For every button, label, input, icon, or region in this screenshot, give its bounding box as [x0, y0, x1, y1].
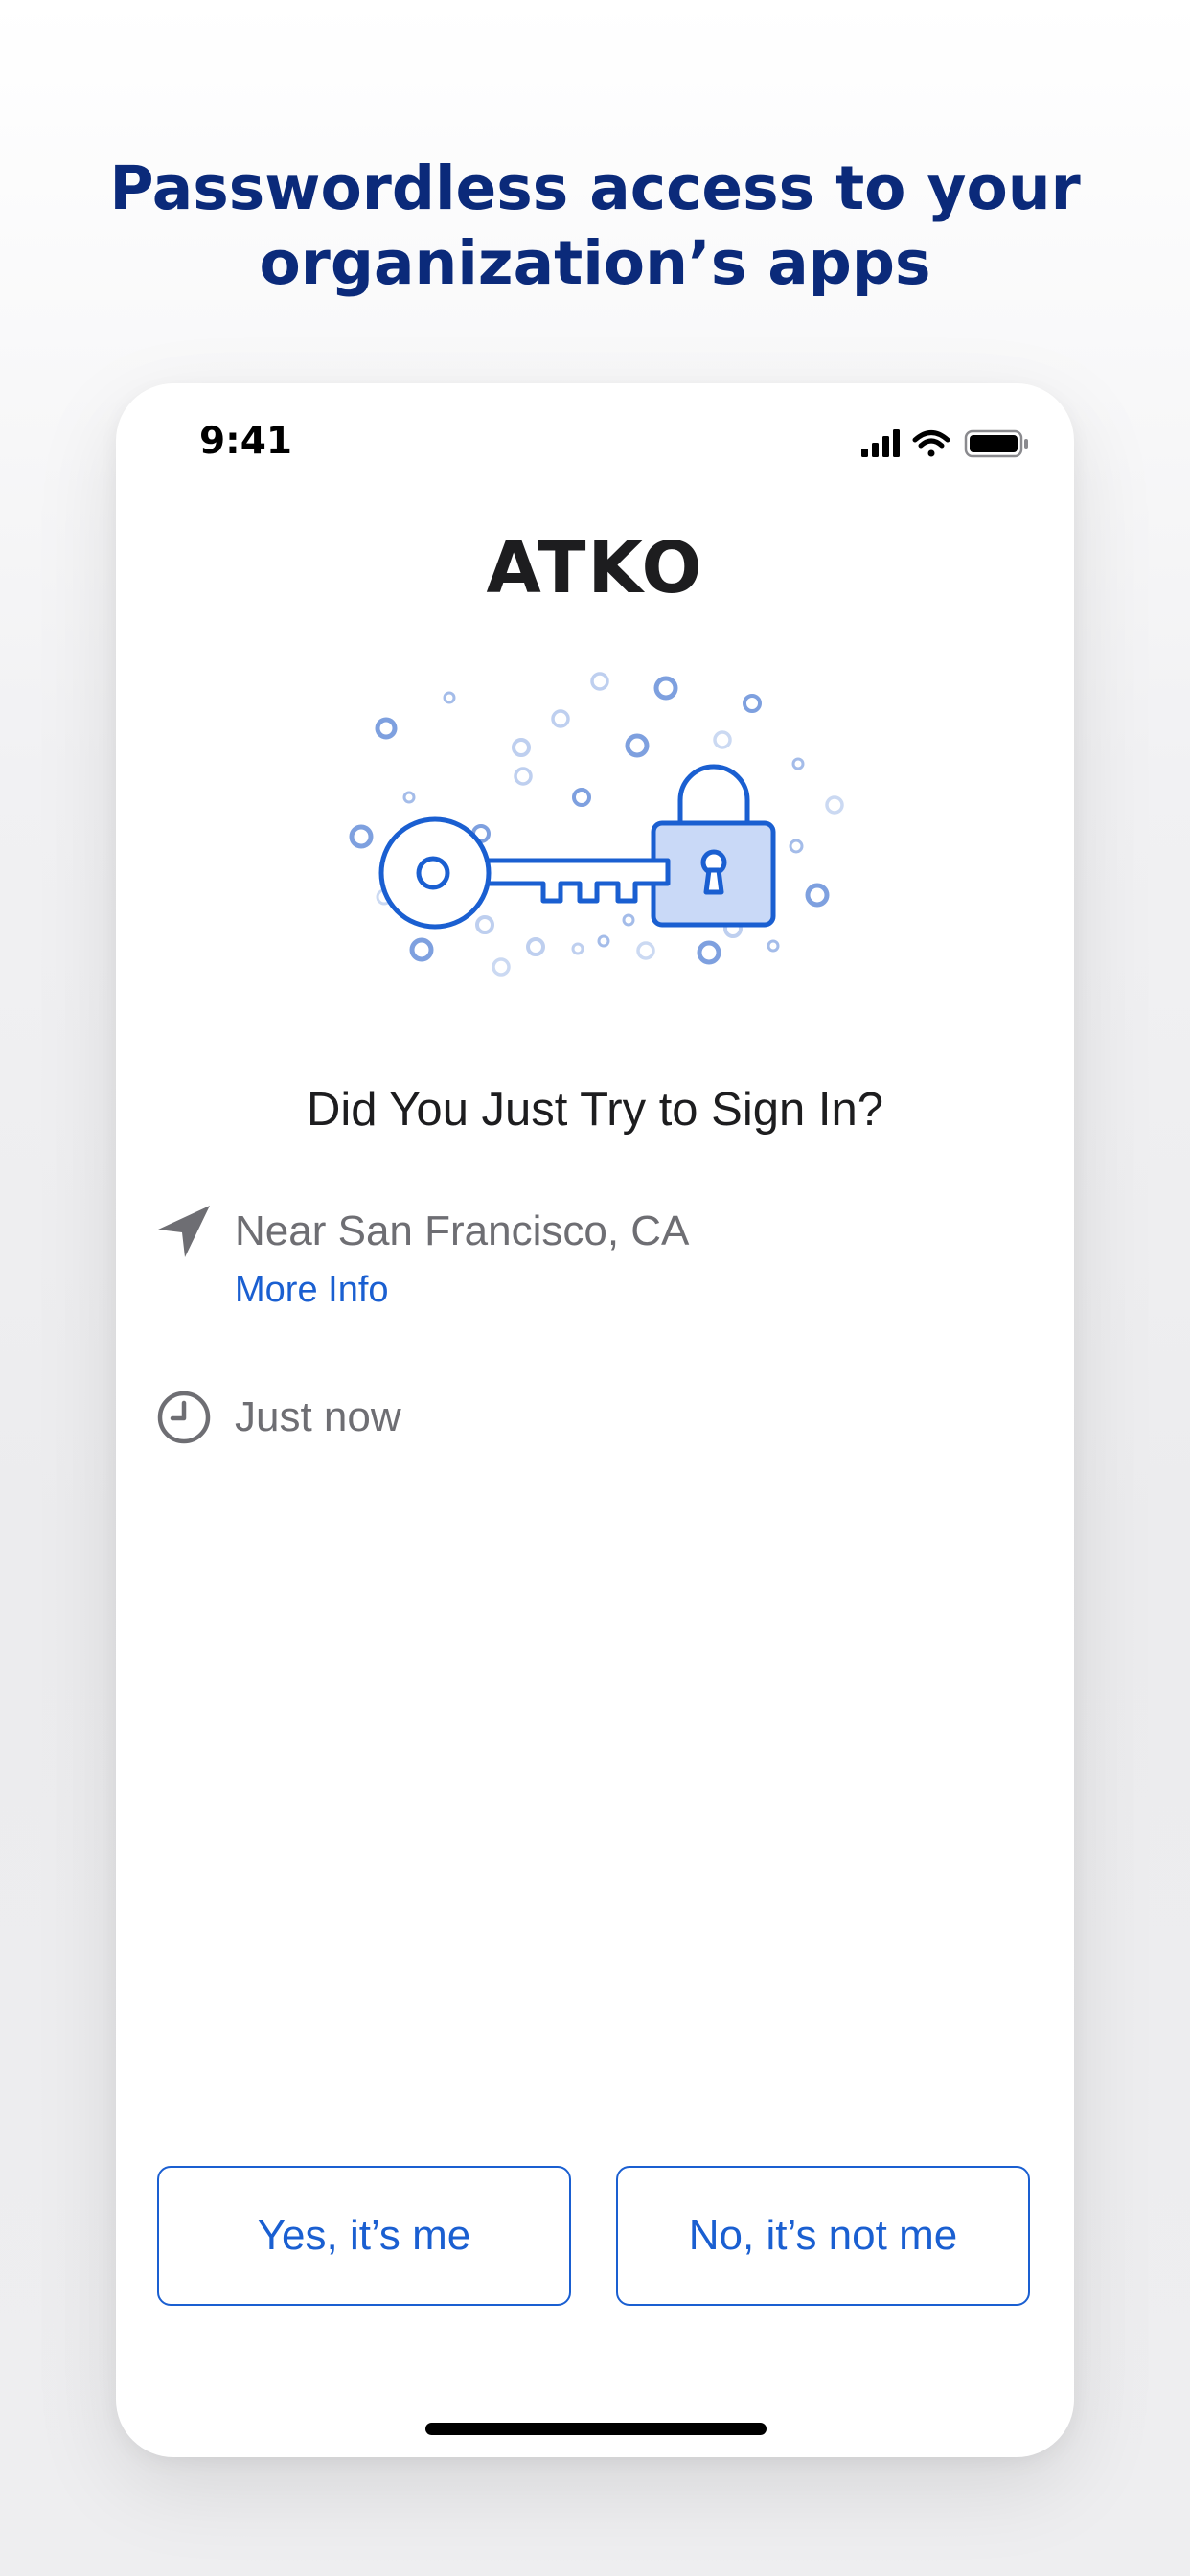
padlock — [651, 764, 776, 928]
location-row: Near San Francisco, CA More Info — [156, 1204, 689, 1313]
headline-line-2: organization’s apps — [259, 228, 931, 298]
headline: Passwordless access to your organization… — [0, 151, 1190, 301]
more-info-link[interactable]: More Info — [235, 1267, 689, 1313]
no-its-not-me-button[interactable]: No, it’s not me — [616, 2166, 1030, 2306]
key-and-padlock-icon — [349, 672, 844, 977]
wifi-icon — [912, 430, 950, 457]
time-row: Just now — [156, 1390, 401, 1445]
home-indicator — [425, 2423, 767, 2435]
prompt-title: Did You Just Try to Sign In? — [307, 1084, 883, 1136]
time-text: Just now — [235, 1393, 401, 1440]
battery-icon — [964, 429, 1028, 458]
location-arrow-icon — [158, 1206, 210, 1257]
phone-screen: 9:41 ATKO Did You Just Try to Sign In? N… — [116, 383, 1074, 2457]
clock-icon — [157, 1391, 211, 1444]
brand-logo: ATKO — [486, 527, 704, 610]
location-text: Near San Francisco, CA — [235, 1208, 690, 1254]
yes-its-me-button[interactable]: Yes, it’s me — [157, 2166, 571, 2306]
headline-line-1: Passwordless access to your — [109, 153, 1081, 223]
status-icons — [861, 429, 1028, 458]
key — [378, 816, 671, 930]
cellular-signal-icon — [861, 429, 900, 457]
status-time: 9:41 — [199, 420, 293, 463]
